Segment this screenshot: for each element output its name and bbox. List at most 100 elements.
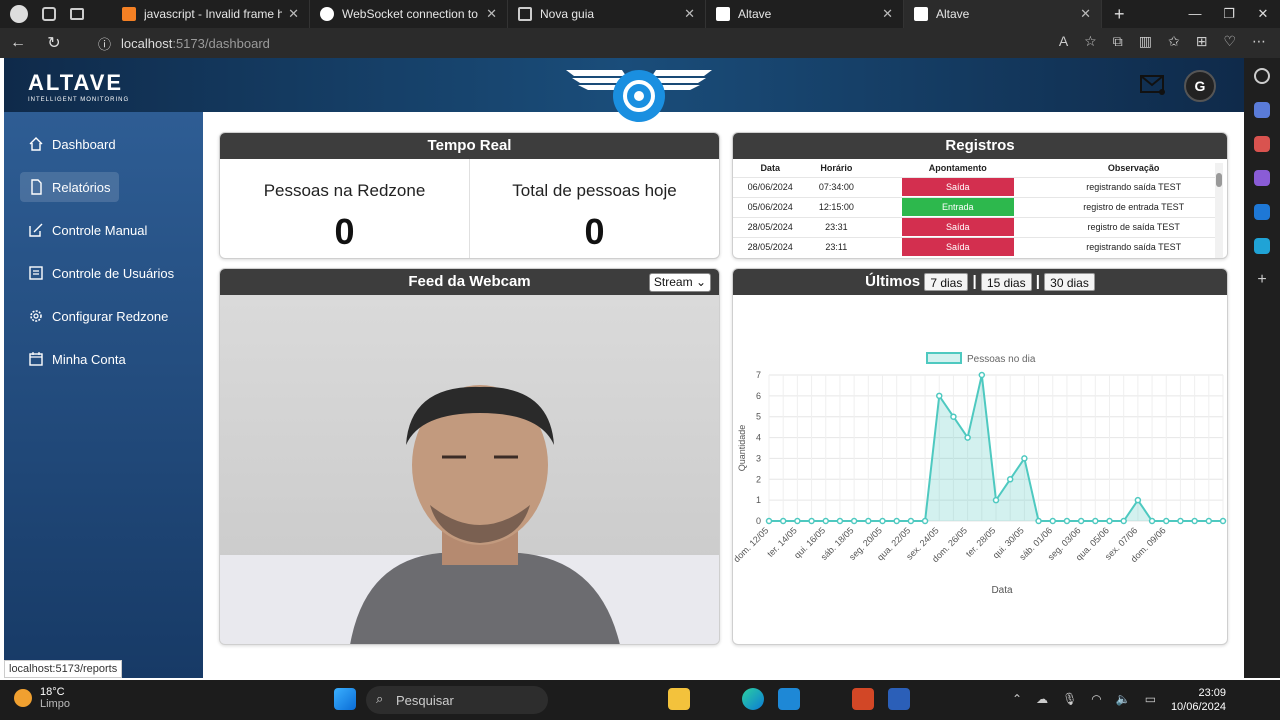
- cloud-icon[interactable]: ☁: [1036, 692, 1048, 706]
- legend-swatch: [926, 352, 962, 364]
- data-point: [1021, 455, 1028, 462]
- close-icon[interactable]: ✕: [1080, 6, 1091, 22]
- github-icon: [320, 7, 334, 21]
- data-point: [1219, 517, 1227, 525]
- data-point: [1006, 476, 1014, 483]
- shopping-icon[interactable]: [1254, 102, 1270, 118]
- close-window-button[interactable]: ✕: [1246, 0, 1280, 28]
- data-point: [822, 517, 829, 525]
- sidebar-item-configure-redzone[interactable]: Configurar Redzone: [20, 301, 176, 331]
- close-icon[interactable]: ✕: [684, 6, 695, 22]
- sidebar-item-reports[interactable]: Relatórios: [20, 172, 119, 202]
- scrollbar-thumb[interactable]: [1216, 173, 1222, 187]
- url-field[interactable]: ⓘ localhost:5173/dashboard: [88, 31, 926, 55]
- data-point: [1205, 517, 1213, 525]
- sidebar-item-manual-control[interactable]: Controle Manual: [20, 215, 155, 245]
- realtime-title: Tempo Real: [220, 133, 719, 159]
- sidebar-item-my-account[interactable]: Minha Conta: [20, 344, 134, 374]
- range-7-days-button[interactable]: 7 dias: [924, 273, 969, 292]
- extensions-icon[interactable]: ⧉: [1113, 33, 1123, 50]
- volume-icon[interactable]: 🔈: [1116, 692, 1131, 706]
- data-point: [1148, 517, 1156, 525]
- data-point: [992, 496, 1000, 504]
- back-button[interactable]: ←: [0, 34, 36, 52]
- wifi-icon[interactable]: ◠: [1091, 692, 1101, 706]
- search-input[interactable]: ⌕ Pesquisar: [366, 686, 548, 714]
- data-point: [1049, 517, 1056, 525]
- tab-actions-icon[interactable]: [70, 8, 84, 20]
- stream-select[interactable]: Stream ⌄: [648, 273, 711, 292]
- games-icon[interactable]: [1254, 170, 1270, 186]
- tools-icon[interactable]: [1254, 136, 1270, 152]
- edge-icon[interactable]: [742, 688, 764, 710]
- range-30-days-button[interactable]: 30 dias: [1044, 273, 1095, 292]
- last-days-card: Últimos 7 dias | 15 dias | 30 dias 0 1 2 3 4…: [732, 268, 1228, 645]
- clock[interactable]: 23:09 10/06/2024: [1171, 686, 1226, 714]
- range-15-days-button[interactable]: 15 dias: [980, 273, 1032, 292]
- profile-icon[interactable]: [10, 5, 28, 23]
- newtab-icon: [518, 7, 532, 21]
- data-point: [1163, 517, 1170, 525]
- collections-icon[interactable]: ⊞: [1196, 33, 1208, 50]
- data-point: [1035, 517, 1042, 525]
- powerpoint-icon[interactable]: [852, 688, 874, 710]
- add-icon[interactable]: +: [1254, 272, 1270, 288]
- file-explorer-icon[interactable]: [668, 688, 690, 710]
- avatar[interactable]: G: [1184, 70, 1216, 102]
- weather-widget[interactable]: 18°C Limpo: [14, 686, 70, 710]
- data-point: [950, 413, 957, 420]
- vscode-icon[interactable]: [778, 688, 800, 710]
- battery-icon[interactable]: ▭: [1145, 692, 1156, 706]
- data-point: [1092, 517, 1099, 525]
- maximize-button[interactable]: ❐: [1212, 0, 1246, 28]
- legend-label: Pessoas no dia: [967, 354, 1036, 365]
- records-scrollbar[interactable]: [1215, 163, 1223, 258]
- y-tick-label: 3: [756, 453, 761, 463]
- address-bar: ← ↻ ⓘ localhost:5173/dashboard A ☆ ⧉ ▥ ✩…: [0, 28, 1280, 58]
- data-point: [893, 517, 900, 525]
- split-screen-icon[interactable]: ▥: [1139, 33, 1152, 50]
- new-tab-button[interactable]: +: [1114, 4, 1125, 25]
- more-menu-icon[interactable]: ⋯: [1252, 33, 1266, 50]
- browser-essentials-icon[interactable]: ♡: [1223, 33, 1236, 50]
- windows-start-icon[interactable]: [334, 688, 356, 710]
- people-per-day-chart: 01234567dom. 12/05ter. 14/05qui. 16/05sá…: [733, 352, 1227, 596]
- sidebar-item-user-control[interactable]: Controle de Usuários: [20, 258, 182, 288]
- y-axis-title: Quantidade: [737, 425, 747, 472]
- edit-icon: [29, 223, 43, 237]
- close-icon[interactable]: ✕: [882, 6, 893, 22]
- mail-icon[interactable]: [1140, 74, 1166, 96]
- word-icon[interactable]: [888, 688, 910, 710]
- outlook-icon[interactable]: [1254, 204, 1270, 220]
- refresh-button[interactable]: ↻: [36, 33, 72, 53]
- browser-tab-4[interactable]: Altave ✕: [706, 0, 904, 28]
- favorite-star-icon[interactable]: ☆: [1084, 33, 1097, 50]
- close-icon[interactable]: ✕: [486, 6, 497, 22]
- x-axis-title: Data: [991, 585, 1013, 596]
- windows-taskbar: 18°C Limpo ⌕ Pesquisar ⌃ ☁ 🎙 ◠ 🔈 ▭ 23:09 …: [0, 680, 1280, 720]
- send-icon[interactable]: [1254, 238, 1270, 254]
- status-url: localhost:5173/reports: [4, 660, 123, 678]
- microphone-icon[interactable]: 🎙: [1062, 692, 1077, 706]
- altave-favicon-icon: [914, 7, 928, 21]
- records-title: Registros: [733, 133, 1227, 159]
- read-aloud-icon[interactable]: A: [1059, 33, 1068, 50]
- minimize-button[interactable]: —: [1178, 0, 1212, 28]
- chevron-up-icon[interactable]: ⌃: [1012, 692, 1022, 706]
- workspaces-icon[interactable]: [42, 7, 56, 21]
- browser-tab-2[interactable]: WebSocket connection to failed:✕: [310, 0, 508, 28]
- search-icon[interactable]: [1254, 68, 1270, 84]
- data-point: [936, 392, 943, 400]
- favorites-icon[interactable]: ✩: [1168, 33, 1180, 50]
- sidebar-item-dashboard[interactable]: Dashboard: [20, 129, 124, 159]
- records-table: Data Horário Apontamento Observação 06/0…: [733, 159, 1217, 257]
- data-point: [879, 517, 886, 525]
- calendar-icon: [29, 352, 43, 366]
- status-badge: Saída: [901, 218, 1014, 236]
- browser-tab-3[interactable]: Nova guia ✕: [508, 0, 706, 28]
- browser-tab-bar: javascript - Invalid frame header✕ WebSo…: [0, 0, 1280, 28]
- close-icon[interactable]: ✕: [288, 6, 299, 22]
- data-point: [921, 517, 929, 525]
- browser-tab-1[interactable]: javascript - Invalid frame header✕: [112, 0, 310, 28]
- browser-tab-5[interactable]: Altave ✕: [904, 0, 1102, 28]
